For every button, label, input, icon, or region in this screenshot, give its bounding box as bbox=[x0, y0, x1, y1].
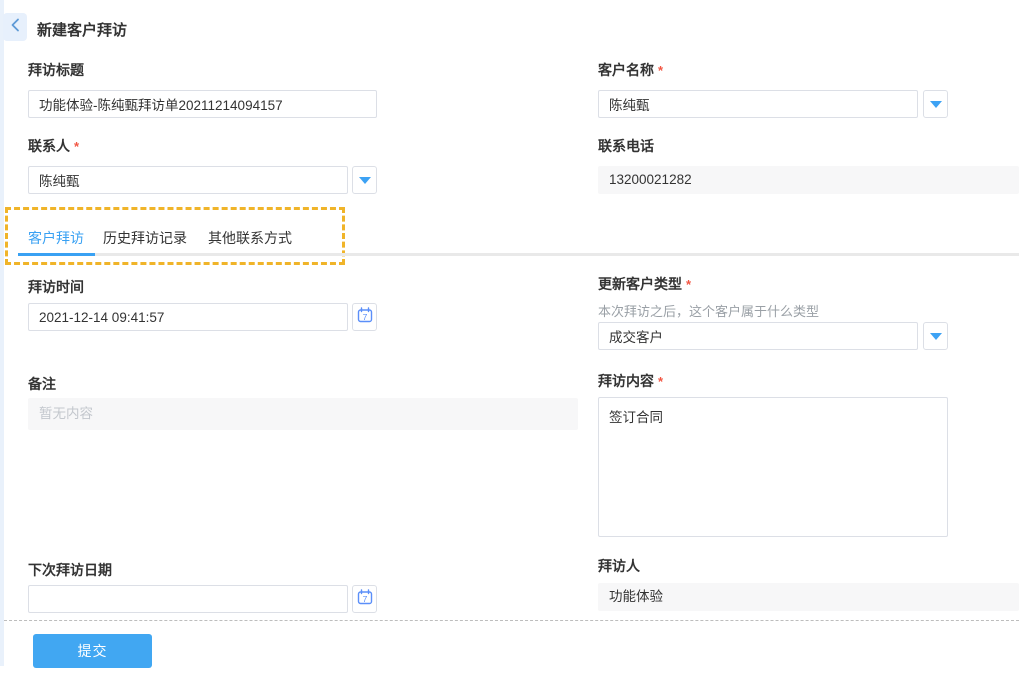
tabs-baseline bbox=[18, 253, 1019, 256]
customer-type-dropdown-button[interactable] bbox=[923, 322, 948, 350]
customer-type-label: 更新客户类型* bbox=[598, 274, 691, 294]
customer-name-label: 客户名称* bbox=[598, 60, 663, 80]
customer-type-select[interactable] bbox=[598, 322, 918, 350]
customer-name-dropdown-button[interactable] bbox=[923, 90, 948, 118]
visit-time-label: 拜访时间 bbox=[28, 277, 84, 297]
tab-other-contacts[interactable]: 其他联系方式 bbox=[208, 228, 292, 248]
visitor-value: 功能体验 bbox=[598, 583, 1019, 611]
calendar-icon: 7 bbox=[357, 589, 373, 610]
back-button[interactable] bbox=[3, 13, 27, 41]
footer-divider bbox=[4, 620, 1019, 621]
required-asterisk: * bbox=[658, 374, 663, 389]
visit-content-textarea[interactable]: 签订合同 bbox=[598, 397, 948, 537]
next-visit-date-input[interactable] bbox=[28, 585, 348, 613]
remark-value: 暂无内容 bbox=[28, 398, 578, 430]
calendar-icon: 7 bbox=[357, 307, 373, 328]
visit-time-input[interactable] bbox=[28, 303, 348, 331]
tab-visit-history[interactable]: 历史拜访记录 bbox=[103, 228, 187, 248]
contact-select[interactable] bbox=[28, 166, 348, 194]
next-visit-date-calendar-button[interactable]: 7 bbox=[352, 585, 377, 613]
caret-down-icon bbox=[930, 101, 942, 108]
contact-label: 联系人* bbox=[28, 136, 79, 156]
tab-customer-visit[interactable]: 客户拜访 bbox=[28, 228, 84, 248]
customer-type-hint: 本次拜访之后，这个客户属于什么类型 bbox=[598, 301, 819, 320]
visit-content-label: 拜访内容* bbox=[598, 371, 663, 391]
visit-time-calendar-button[interactable]: 7 bbox=[352, 303, 377, 331]
required-asterisk: * bbox=[658, 63, 663, 78]
new-customer-visit-page: 新建客户拜访 拜访标题 客户名称* 联系人* 联系电话 13200021282 … bbox=[0, 0, 1019, 674]
left-edge-strip bbox=[0, 0, 4, 666]
contact-phone-label: 联系电话 bbox=[598, 136, 654, 156]
next-visit-date-label: 下次拜访日期 bbox=[28, 560, 112, 580]
visit-title-input[interactable] bbox=[28, 90, 377, 118]
customer-name-select[interactable] bbox=[598, 90, 918, 118]
chevron-left-icon bbox=[10, 18, 21, 37]
required-asterisk: * bbox=[686, 277, 691, 292]
remark-label: 备注 bbox=[28, 374, 56, 394]
tab-active-indicator bbox=[18, 253, 95, 256]
contact-dropdown-button[interactable] bbox=[352, 166, 377, 194]
required-asterisk: * bbox=[74, 139, 79, 154]
svg-text:7: 7 bbox=[362, 312, 367, 322]
visit-title-label: 拜访标题 bbox=[28, 60, 84, 80]
svg-text:7: 7 bbox=[362, 594, 367, 604]
submit-button[interactable]: 提交 bbox=[33, 634, 152, 668]
page-title: 新建客户拜访 bbox=[37, 19, 127, 40]
caret-down-icon bbox=[930, 333, 942, 340]
visitor-label: 拜访人 bbox=[598, 556, 640, 576]
contact-phone-value: 13200021282 bbox=[598, 166, 1019, 194]
caret-down-icon bbox=[359, 177, 371, 184]
